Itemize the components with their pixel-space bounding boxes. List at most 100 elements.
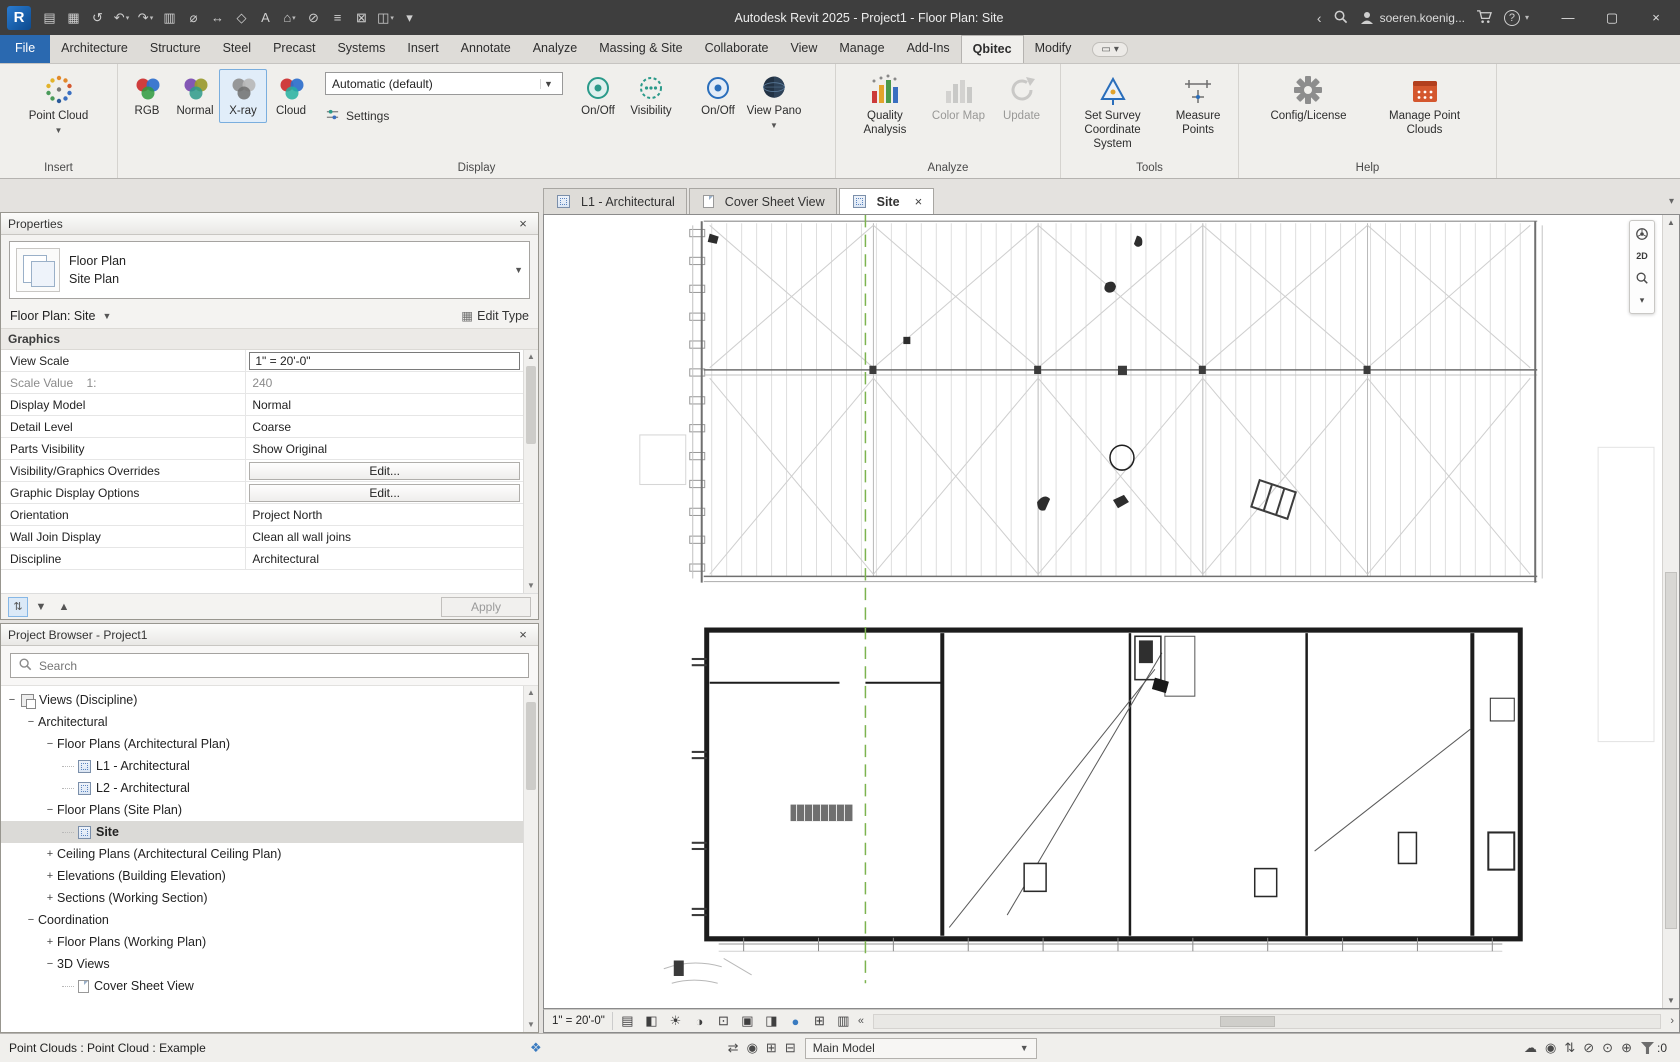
- save-icon[interactable]: ▦: [62, 5, 85, 30]
- tab-view[interactable]: View: [780, 35, 829, 63]
- tab-analyze[interactable]: Analyze: [522, 35, 588, 63]
- redo-icon[interactable]: ↷▾: [134, 5, 157, 30]
- collapse-icon[interactable]: −: [43, 804, 57, 816]
- detail-level-icon[interactable]: ▤: [620, 1013, 635, 1029]
- customize-qat-icon[interactable]: ▾: [398, 5, 421, 30]
- scroll-down-icon[interactable]: ▼: [524, 579, 538, 593]
- sort-descending-icon[interactable]: ▲: [54, 597, 74, 617]
- point-cloud-button[interactable]: Point Cloud ▼: [23, 69, 94, 139]
- drag-elements-toggle-icon[interactable]: ⊕: [1621, 1040, 1632, 1056]
- cloud-status-icon[interactable]: ☁: [1524, 1040, 1537, 1056]
- view-scale-control[interactable]: 1" = 20'-0": [549, 1012, 613, 1030]
- scroll-right-icon[interactable]: ›: [1670, 1015, 1674, 1027]
- browser-scrollbar[interactable]: ▲ ▼: [523, 686, 538, 1032]
- property-value[interactable]: Clean all wall joins: [249, 530, 351, 544]
- tab-massing-site[interactable]: Massing & Site: [588, 35, 693, 63]
- scroll-up-icon[interactable]: ▲: [524, 350, 538, 364]
- navbar-chevron-button[interactable]: ▾: [1631, 289, 1653, 311]
- tab-modify[interactable]: Modify: [1024, 35, 1083, 63]
- scrollbar-thumb[interactable]: [1665, 572, 1677, 929]
- default-3d-view-icon[interactable]: ⌂▾: [278, 5, 301, 30]
- design-option-dropdown[interactable]: Main Model ▼: [805, 1038, 1037, 1059]
- xray-button[interactable]: X-ray: [219, 69, 267, 123]
- help-menu[interactable]: ? ▾: [1504, 10, 1529, 26]
- tree-item-cover-sheet-view[interactable]: Cover Sheet View: [1, 975, 538, 997]
- property-value[interactable]: Coarse: [249, 420, 291, 434]
- aligned-dimension-icon[interactable]: ↔: [206, 5, 229, 30]
- tab-manage[interactable]: Manage: [828, 35, 895, 63]
- chevron-down-icon[interactable]: ▼: [102, 311, 111, 321]
- tree-item-floor-plans-site-plan[interactable]: −Floor Plans (Site Plan): [1, 799, 538, 821]
- canvas-horizontal-scrollbar[interactable]: [873, 1014, 1661, 1029]
- open-file-icon[interactable]: ▤: [38, 5, 61, 30]
- view-tab-site[interactable]: Site×: [839, 188, 935, 214]
- expand-icon[interactable]: +: [43, 936, 57, 948]
- view-pano-button[interactable]: View Pano ▼: [743, 69, 805, 134]
- tree-item-sections-working-section[interactable]: +Sections (Working Section): [1, 887, 538, 909]
- view-tab-cover-sheet-view[interactable]: Cover Sheet View: [689, 188, 837, 214]
- chevron-down-icon[interactable]: ▼: [514, 265, 523, 275]
- collapse-icon[interactable]: −: [5, 694, 19, 706]
- property-value[interactable]: Normal: [249, 398, 291, 412]
- tab-insert[interactable]: Insert: [396, 35, 449, 63]
- zoom-2d-wheel-button[interactable]: 2D: [1631, 245, 1653, 267]
- properties-scrollbar[interactable]: ▲ ▼: [523, 350, 538, 593]
- temporary-view-properties-icon[interactable]: ⊞: [812, 1013, 827, 1029]
- collapse-search-icon[interactable]: ‹: [1317, 10, 1322, 26]
- scroll-up-icon[interactable]: ▲: [524, 686, 538, 700]
- display-mode-dropdown[interactable]: Automatic (default) ▼: [325, 72, 563, 95]
- settings-button[interactable]: Settings: [325, 107, 563, 125]
- tab-architecture[interactable]: Architecture: [50, 35, 139, 63]
- measure-points-button[interactable]: Measure Points: [1163, 69, 1233, 142]
- collapse-icon[interactable]: −: [43, 958, 57, 970]
- scroll-down-icon[interactable]: ▼: [1663, 993, 1679, 1008]
- visibility-button[interactable]: Visibility: [623, 69, 679, 123]
- sort-ascending-icon[interactable]: ▼: [31, 597, 51, 617]
- ribbon-options-toggle[interactable]: ▭ ▾: [1092, 42, 1127, 57]
- tree-item-3d-views[interactable]: −3D Views: [1, 953, 538, 975]
- thin-lines-icon[interactable]: ≡: [326, 5, 349, 30]
- section-icon[interactable]: ⊘: [302, 5, 325, 30]
- tree-item-floor-plans-architectural-plan[interactable]: −Floor Plans (Architectural Plan): [1, 733, 538, 755]
- selection-filter[interactable]: :0: [1641, 1041, 1667, 1055]
- collapse-icon[interactable]: −: [43, 738, 57, 750]
- tag-by-category-icon[interactable]: ◇: [230, 5, 253, 30]
- close-view-icon[interactable]: ×: [915, 194, 923, 209]
- sun-path-icon[interactable]: ☀: [668, 1013, 683, 1029]
- tab-systems[interactable]: Systems: [326, 35, 396, 63]
- type-selector[interactable]: Floor Plan Site Plan ▼: [9, 241, 530, 299]
- scroll-up-icon[interactable]: ▲: [1663, 215, 1679, 230]
- section-header-graphics[interactable]: Graphics: [1, 328, 538, 350]
- view-tab-list-icon[interactable]: ▾: [1669, 196, 1680, 207]
- navigation-wheel-button[interactable]: [1631, 223, 1653, 245]
- property-value[interactable]: Project North: [249, 508, 322, 522]
- tab-add-ins[interactable]: Add-Ins: [896, 35, 961, 63]
- cloud-button[interactable]: Cloud: [267, 69, 315, 123]
- account-menu[interactable]: soeren.koenig...: [1359, 10, 1465, 26]
- expand-icon[interactable]: +: [43, 870, 57, 882]
- tree-item-coordination[interactable]: −Coordination: [1, 909, 538, 931]
- quality-analysis-button[interactable]: Quality Analysis: [850, 69, 920, 142]
- display-on-off-button[interactable]: On/Off: [573, 69, 623, 123]
- select-links-toggle-icon[interactable]: ⊘: [1583, 1040, 1594, 1056]
- tab-file[interactable]: File: [0, 35, 50, 63]
- close-icon[interactable]: ×: [515, 627, 531, 642]
- editing-requests-icon[interactable]: ⇄: [728, 1040, 739, 1056]
- zoom-region-button[interactable]: [1631, 267, 1653, 289]
- viewbar-collapse-icon[interactable]: «: [858, 1015, 864, 1027]
- tab-steel[interactable]: Steel: [212, 35, 263, 63]
- active-workset-icon[interactable]: ⊟: [785, 1040, 796, 1056]
- tab-precast[interactable]: Precast: [262, 35, 326, 63]
- property-edit-button[interactable]: Edit...: [249, 484, 520, 502]
- set-survey-coordinate-button[interactable]: Set Survey Coordinate System: [1066, 69, 1159, 155]
- normal-button[interactable]: Normal: [171, 69, 219, 123]
- select-pinned-toggle-icon[interactable]: ⊙: [1602, 1040, 1613, 1056]
- close-button[interactable]: ×: [1634, 0, 1678, 35]
- expand-icon[interactable]: +: [43, 848, 57, 860]
- scrollbar-thumb[interactable]: [526, 702, 536, 790]
- sync-with-central-icon[interactable]: ↺: [86, 5, 109, 30]
- cart-icon[interactable]: [1476, 9, 1493, 27]
- maximize-button[interactable]: ▢: [1590, 0, 1634, 35]
- tree-item-elevations-building-elevation[interactable]: +Elevations (Building Elevation): [1, 865, 538, 887]
- worksharing-display-icon[interactable]: ▥: [836, 1013, 851, 1029]
